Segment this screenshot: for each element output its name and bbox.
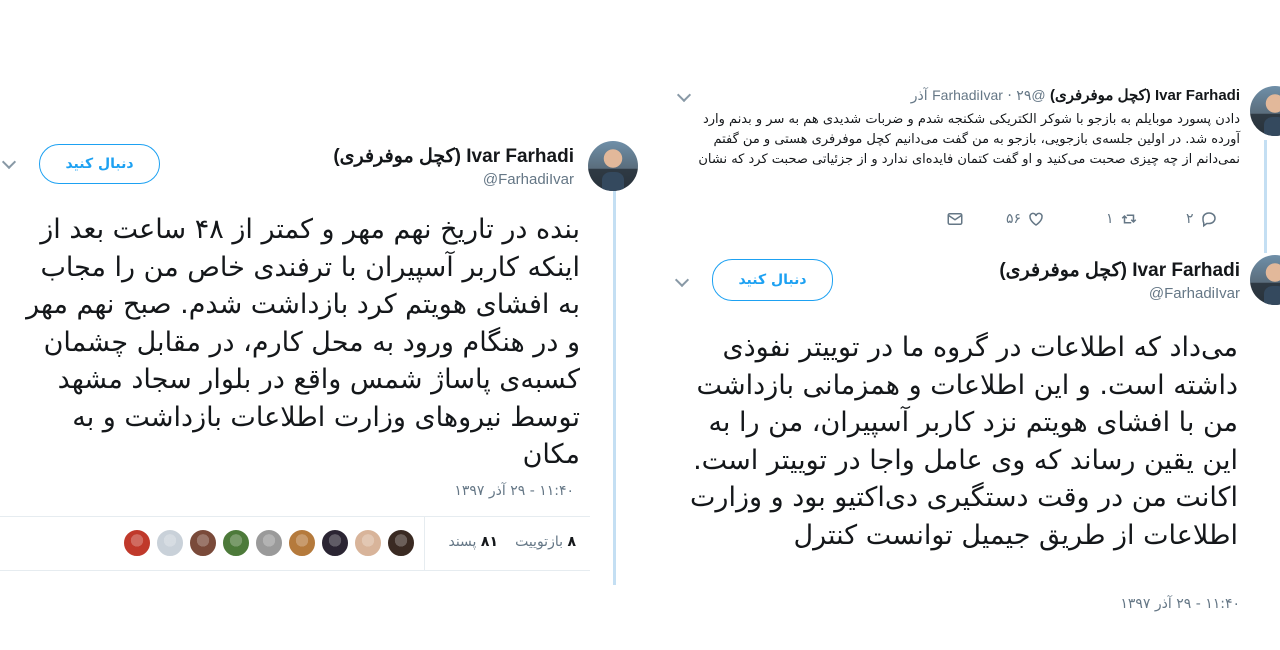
thread-line (1264, 245, 1267, 253)
tweet-text: می‌داد که اطلاعات در گروه ما در توییتر ن… (689, 332, 1238, 551)
likes-label: پسند (448, 534, 477, 550)
stats-bar: ۸ بازتوییت ۸۱ پسند (0, 516, 590, 571)
like-action[interactable]: ۵۶ (1006, 210, 1045, 228)
right-bottom-tweet-card: Ivar Farhadi (کچل موفرفری) @FarhadiIvar … (660, 245, 1280, 625)
follow-button[interactable]: دنبال کنید (39, 144, 160, 184)
separator-dot: · (1007, 88, 1012, 104)
likes-stat[interactable]: ۸۱ پسند (448, 534, 498, 550)
chevron-down-icon[interactable] (1, 154, 17, 170)
retweet-count: ۱ (1106, 211, 1114, 227)
thread-line (613, 190, 616, 585)
author-handle[interactable]: @FarhadiIvar (1149, 285, 1240, 302)
author-name[interactable]: Ivar Farhadi (کچل موفرفری) (1050, 87, 1240, 104)
author-name[interactable]: Ivar Farhadi (کچل موفرفری) (333, 145, 574, 168)
liker-avatar[interactable] (123, 529, 151, 557)
reply-count: ۲ (1186, 211, 1194, 227)
likes-count: ۸۱ (480, 534, 498, 550)
reply-action[interactable]: ۲ (1186, 210, 1218, 228)
avatar[interactable] (1250, 86, 1280, 136)
stats-divider (424, 517, 425, 570)
heart-icon (1029, 212, 1043, 226)
left-tweet-card: Ivar Farhadi (کچل موفرفری) @FarhadiIvar … (0, 125, 640, 585)
tweet-text: بنده در تاریخ نهم مهر و کمتر از ۴۸ ساعت … (26, 214, 580, 470)
liker-avatar[interactable] (354, 529, 382, 557)
tweet-header: Ivar Farhadi (کچل موفرفری) @FarhadiIvar … (911, 86, 1240, 104)
retweet-icon (1121, 214, 1136, 224)
chevron-down-icon[interactable] (676, 87, 692, 103)
thread-line (1264, 140, 1267, 245)
right-top-tweet-card: Ivar Farhadi (کچل موفرفری) @FarhadiIvar … (660, 70, 1280, 245)
retweets-count: ۸ (567, 534, 576, 550)
tweet-text: دادن پسورد موبایلم به بازجو با شوکر الکت… (698, 112, 1240, 167)
liker-avatar[interactable] (387, 529, 415, 557)
liker-avatar[interactable] (288, 529, 316, 557)
message-action[interactable] (946, 210, 964, 228)
liker-avatar[interactable] (321, 529, 349, 557)
retweet-action[interactable]: ۱ (1106, 210, 1138, 228)
avatar[interactable] (588, 141, 638, 191)
reply-icon (1201, 212, 1216, 228)
avatar[interactable] (1250, 255, 1280, 305)
follow-button[interactable]: دنبال کنید (712, 259, 833, 301)
author-name[interactable]: Ivar Farhadi (کچل موفرفری) (999, 259, 1240, 282)
liker-avatar[interactable] (222, 529, 250, 557)
envelope-icon (947, 213, 963, 225)
liker-avatar[interactable] (156, 529, 184, 557)
tweet-timestamp[interactable]: ۱۱:۴۰ - ۲۹ آذر ۱۳۹۷ (1120, 596, 1240, 612)
liker-avatar[interactable] (189, 529, 217, 557)
liker-avatar[interactable] (255, 529, 283, 557)
retweets-label: بازتوییت (515, 534, 563, 550)
retweets-stat[interactable]: ۸ بازتوییت (515, 534, 576, 550)
chevron-down-icon[interactable] (674, 272, 690, 288)
tweet-timestamp[interactable]: ۱۱:۴۰ - ۲۹ آذر ۱۳۹۷ (454, 483, 574, 499)
like-count: ۵۶ (1006, 211, 1022, 227)
likers-avatars[interactable] (115, 529, 415, 559)
author-handle[interactable]: @FarhadiIvar (483, 171, 574, 188)
